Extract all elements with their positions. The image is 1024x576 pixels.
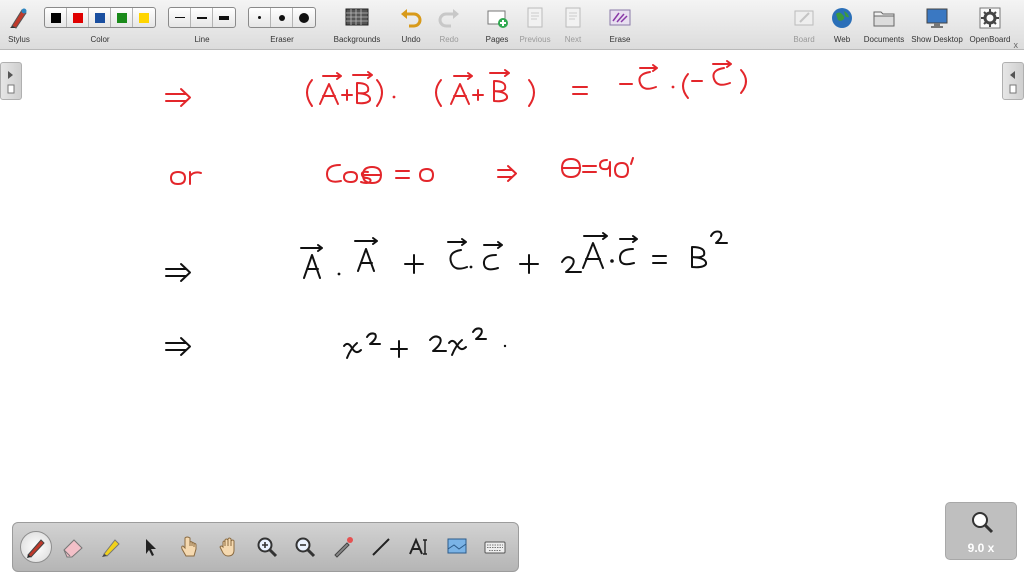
- line-thin-option[interactable]: [169, 8, 191, 27]
- zoom-out-icon: [295, 537, 316, 558]
- color-swatch-black[interactable]: [45, 8, 67, 27]
- line-thick-option[interactable]: [213, 8, 235, 27]
- redo-button[interactable]: Redo: [434, 0, 464, 50]
- line-width-picker: [168, 7, 236, 28]
- board-line-1: [165, 60, 747, 107]
- eraser-label: Eraser: [270, 35, 294, 44]
- virtual-keyboard-button[interactable]: [479, 531, 511, 563]
- next-page-button[interactable]: Next: [558, 0, 588, 50]
- zoom-in-icon: [257, 537, 278, 558]
- board-button[interactable]: Board: [790, 0, 818, 50]
- line-medium-option[interactable]: [191, 8, 213, 27]
- openboard-button[interactable]: OpenBoard: [966, 0, 1014, 50]
- web-label: Web: [833, 35, 851, 44]
- color-swatch-blue[interactable]: [89, 8, 111, 27]
- interact-tool-button[interactable]: [173, 531, 205, 563]
- backgrounds-grid-icon: [345, 8, 369, 26]
- keyboard-icon: [484, 541, 506, 554]
- marker-tool-button[interactable]: [95, 531, 127, 563]
- stylus-tools-dock: [12, 522, 519, 572]
- pen-icon: [27, 539, 45, 558]
- stylus-label: Stylus: [8, 35, 30, 44]
- zoom-out-tool-button[interactable]: [289, 531, 321, 563]
- selector-tool-button[interactable]: [134, 531, 166, 563]
- gear-icon: [979, 7, 1001, 29]
- previous-page-button[interactable]: Previous: [518, 0, 552, 50]
- monitor-icon: [926, 8, 948, 28]
- capture-tool-button[interactable]: [441, 531, 473, 563]
- zoom-indicator[interactable]: 9.0 x: [945, 502, 1017, 560]
- show-desktop-button[interactable]: Show Desktop: [910, 0, 964, 50]
- implies-arrow-1: [165, 88, 191, 107]
- close-button[interactable]: x: [1014, 40, 1019, 50]
- openboard-label: OpenBoard: [969, 35, 1011, 44]
- color-picker: [44, 7, 156, 28]
- backgrounds-label: Backgrounds: [333, 35, 381, 44]
- grab-hand-icon: [219, 537, 235, 557]
- stylus-button[interactable]: Stylus: [4, 0, 34, 50]
- zoom-in-tool-button[interactable]: [251, 531, 283, 563]
- color-swatch-red[interactable]: [67, 8, 89, 27]
- documents-button[interactable]: Documents: [862, 0, 906, 50]
- top-toolbar: Stylus Color Line Eraser Backgrounds Und…: [0, 0, 1024, 50]
- pages-label: Pages: [485, 35, 509, 44]
- eraser-size-picker: [248, 7, 316, 28]
- text-tool-button[interactable]: [403, 531, 435, 563]
- undo-arrow-icon: [401, 9, 422, 28]
- board-icon: [794, 10, 814, 26]
- undo-label: Undo: [401, 35, 421, 44]
- add-page-icon: [487, 10, 508, 28]
- color-label: Color: [90, 35, 110, 44]
- pages-button[interactable]: Pages: [482, 0, 512, 50]
- color-swatch-yellow[interactable]: [133, 8, 155, 27]
- web-button[interactable]: Web: [828, 0, 856, 50]
- eraser-medium-option[interactable]: [271, 8, 293, 27]
- laser-pointer-icon: [334, 537, 353, 558]
- highlighter-icon: [102, 539, 120, 557]
- globe-icon: [832, 8, 852, 28]
- undo-button[interactable]: Undo: [396, 0, 426, 50]
- pen-tool-button[interactable]: [20, 531, 52, 563]
- pointing-hand-icon: [181, 536, 197, 557]
- next-page-icon: [565, 7, 581, 28]
- erase-label: Erase: [609, 35, 631, 44]
- board-line-3: [165, 230, 728, 282]
- redo-label: Redo: [439, 35, 459, 44]
- text-icon: [409, 537, 427, 555]
- magnifier-icon: [972, 512, 994, 534]
- eraser-large-option[interactable]: [293, 8, 315, 27]
- line-icon: [372, 538, 390, 556]
- show-desktop-label: Show Desktop: [911, 35, 963, 44]
- capture-icon: [447, 538, 467, 554]
- laser-pointer-tool-button[interactable]: [327, 531, 359, 563]
- board-line-4: [165, 327, 507, 359]
- eraser-tool-button[interactable]: [57, 531, 89, 563]
- redo-arrow-icon: [438, 9, 459, 28]
- whiteboard-canvas[interactable]: [0, 50, 1024, 576]
- hand-tool-button[interactable]: [213, 531, 245, 563]
- erase-button[interactable]: Erase: [604, 0, 636, 50]
- eraser-icon: [63, 539, 83, 558]
- folder-icon: [873, 11, 895, 27]
- backgrounds-button[interactable]: Backgrounds: [330, 0, 384, 50]
- zoom-level-text: 9.0 x: [967, 541, 995, 555]
- board-line-2: [170, 157, 634, 185]
- color-swatch-green[interactable]: [111, 8, 133, 27]
- board-label: Board: [793, 35, 815, 44]
- previous-page-icon: [527, 7, 543, 28]
- eraser-small-option[interactable]: [249, 8, 271, 27]
- documents-label: Documents: [863, 35, 905, 44]
- erase-board-icon: [609, 9, 631, 26]
- stylus-palette-icon: [10, 8, 27, 29]
- next-label: Next: [564, 35, 582, 44]
- line-tool-button[interactable]: [365, 531, 397, 563]
- previous-label: Previous: [519, 35, 551, 44]
- line-label: Line: [194, 35, 210, 44]
- arrow-cursor-icon: [146, 539, 156, 556]
